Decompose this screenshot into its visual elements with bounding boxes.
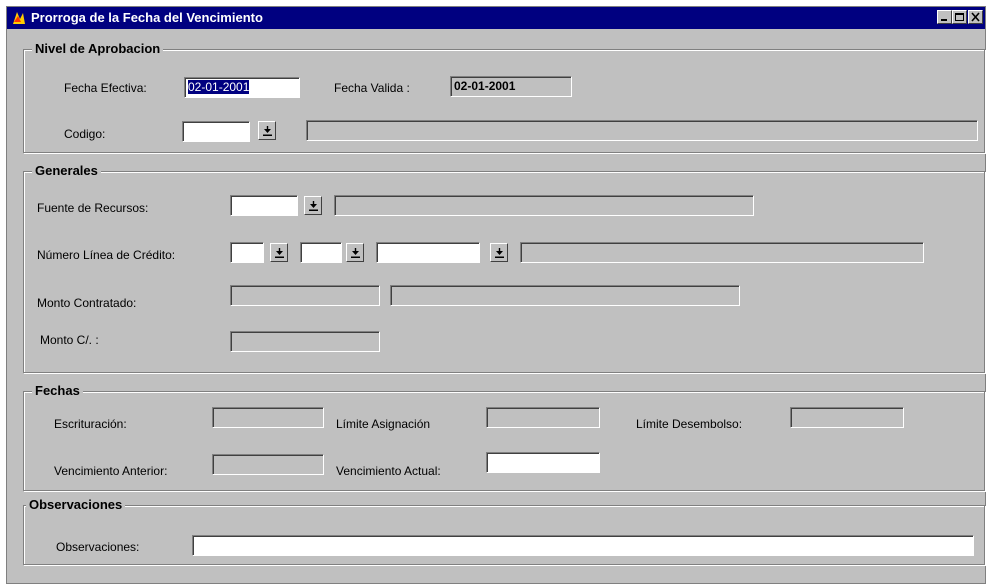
codigo-label: Codigo: — [64, 127, 106, 141]
escrituracion-field — [212, 407, 324, 428]
linea-credito-input-3[interactable] — [376, 242, 480, 263]
dropdown-arrow-icon — [309, 201, 318, 211]
generales-legend: Generales — [32, 163, 101, 178]
monto-contratado-description — [390, 285, 740, 306]
linea-credito-input-1[interactable] — [230, 242, 264, 263]
monto-contratado-field — [230, 285, 380, 306]
limite-desembolso-label: Límite Desembolso: — [636, 417, 743, 431]
dropdown-arrow-icon — [351, 248, 360, 258]
fecha-valida-field: 02-01-2001 — [450, 76, 572, 97]
close-button[interactable] — [968, 10, 983, 24]
fecha-efectiva-input[interactable]: 02-01-2001 — [184, 77, 300, 98]
observaciones-legend: Observaciones — [26, 497, 126, 512]
numero-linea-credito-label: Número Línea de Crédito: — [37, 248, 176, 262]
minimize-button[interactable] — [937, 10, 952, 24]
observaciones-label: Observaciones: — [56, 540, 140, 554]
vencimiento-actual-input[interactable] — [486, 452, 600, 473]
codigo-description — [306, 120, 978, 141]
linea-credito-input-2[interactable] — [300, 242, 342, 263]
linea-credito-description — [520, 242, 924, 263]
main-window: Prorroga de la Fecha del Vencimiento Niv… — [6, 6, 986, 584]
fuente-recursos-description — [334, 195, 754, 216]
monto-contratado-label: Monto Contratado: — [37, 296, 137, 310]
limite-asignacion-field — [486, 407, 600, 428]
monto-c-field — [230, 331, 380, 352]
observaciones-input[interactable] — [192, 535, 974, 556]
vencimiento-anterior-field — [212, 454, 324, 475]
fechas-group: Fechas Escrituración: Límite Asignación … — [23, 383, 985, 491]
minimize-icon — [941, 19, 947, 21]
app-icon — [11, 10, 27, 26]
observaciones-group: Observaciones Observaciones: — [23, 497, 985, 565]
vencimiento-anterior-label: Vencimiento Anterior: — [54, 464, 168, 478]
codigo-input[interactable] — [182, 121, 250, 142]
fechas-legend: Fechas — [32, 383, 83, 398]
generales-group: Generales Fuente de Recursos: Número Lín… — [23, 163, 985, 373]
nivel-aprobacion-legend: Nivel de Aprobacion — [32, 41, 164, 56]
codigo-dropdown-button[interactable] — [258, 121, 276, 140]
fecha-valida-label: Fecha Valida : — [334, 81, 410, 95]
dropdown-arrow-icon — [495, 248, 504, 258]
maximize-button[interactable] — [952, 10, 967, 24]
limite-desembolso-field — [790, 407, 904, 428]
nivel-aprobacion-group: Nivel de Aprobacion Fecha Efectiva: 02-0… — [23, 41, 985, 153]
linea-credito-dropdown-1[interactable] — [270, 243, 288, 262]
maximize-icon — [955, 13, 964, 21]
dropdown-arrow-icon — [275, 248, 284, 258]
window-title: Prorroga de la Fecha del Vencimiento — [31, 10, 263, 25]
vencimiento-actual-label: Vencimiento Actual: — [336, 464, 441, 478]
fuente-recursos-label: Fuente de Recursos: — [37, 201, 149, 215]
close-icon — [971, 12, 980, 22]
title-bar[interactable]: Prorroga de la Fecha del Vencimiento — [7, 7, 985, 29]
linea-credito-dropdown-3[interactable] — [490, 243, 508, 262]
limite-asignacion-label: Límite Asignación — [336, 417, 431, 431]
linea-credito-dropdown-2[interactable] — [346, 243, 364, 262]
fuente-recursos-input[interactable] — [230, 195, 298, 216]
escrituracion-label: Escrituración: — [54, 417, 127, 431]
monto-c-label: Monto C/. : — [40, 333, 99, 347]
fuente-recursos-dropdown-button[interactable] — [304, 196, 322, 215]
dropdown-arrow-icon — [263, 126, 272, 136]
fecha-efectiva-label: Fecha Efectiva: — [64, 81, 147, 95]
